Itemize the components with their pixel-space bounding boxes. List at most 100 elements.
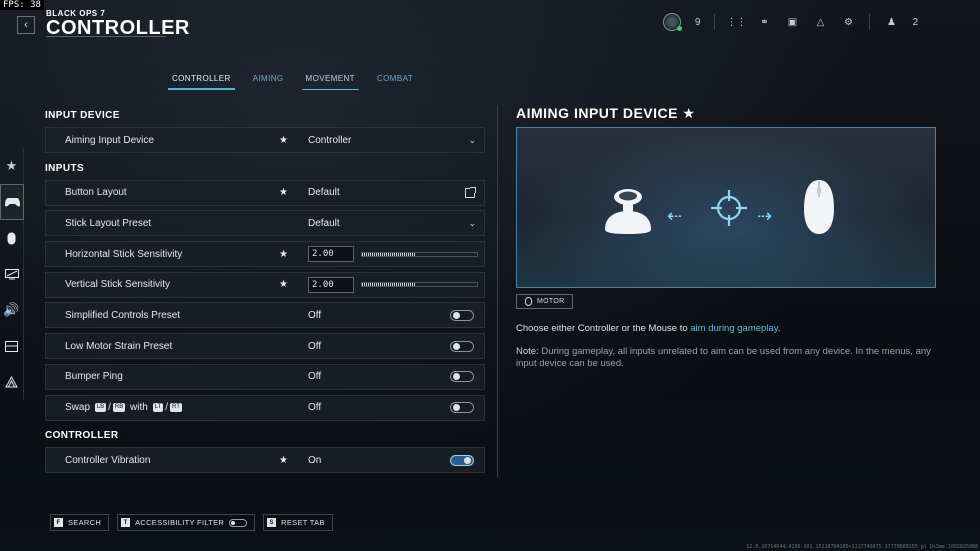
tab-bar: CONTROLLER AIMING MOVEMENT COMBAT <box>168 72 417 90</box>
setting-controller-vibration[interactable]: Controller Vibration ★ On <box>45 447 485 474</box>
toggle-switch[interactable] <box>450 309 474 321</box>
speaker-icon[interactable]: 🔊 <box>0 292 24 328</box>
toggle-switch[interactable] <box>450 454 474 466</box>
setting-value: On <box>308 454 322 466</box>
tab-movement[interactable]: MOVEMENT <box>301 72 359 90</box>
setting-value: Off <box>308 340 322 352</box>
chevron-down-icon[interactable]: ⌄ <box>468 135 476 146</box>
slash: / <box>108 402 111 413</box>
toggle-switch[interactable] <box>229 518 248 527</box>
search-label: SEARCH <box>68 518 102 527</box>
back-button[interactable]: ‹ <box>17 16 35 34</box>
grid-icon[interactable]: ⋮⋮ <box>726 15 746 29</box>
star-icon: ★ <box>279 279 288 291</box>
setting-horizontal-sensitivity[interactable]: Horizontal Stick Sensitivity ★ 2.00 <box>45 241 485 268</box>
avatar-icon[interactable] <box>662 13 682 31</box>
page-title: CONTROLLER <box>46 17 190 39</box>
footer-bar: F SEARCH T ACCESSIBILITY FILTER S RESET … <box>50 514 333 531</box>
setting-swap-bumpers-triggers[interactable]: Swap LB / RB with LT / RT Off <box>45 394 485 421</box>
setting-label: Stick Layout Preset <box>65 217 152 229</box>
divider <box>869 14 871 30</box>
star-icon[interactable]: ★ <box>0 148 24 184</box>
mouse-icon[interactable] <box>0 220 24 256</box>
sensitivity-slider[interactable] <box>361 251 478 257</box>
setting-value: Controller <box>308 134 352 146</box>
motor-tag: MOTOR <box>516 294 574 309</box>
build-string: 12.8.26714644.4190-101.15228704105+11177… <box>746 544 978 550</box>
note-label: Note: <box>516 346 539 357</box>
setting-label: Low Motor Strain Preset <box>65 340 173 352</box>
crosshair-icon <box>711 190 747 226</box>
player-level: 9 <box>694 16 701 28</box>
slider-fill <box>362 283 417 287</box>
key-hint: F <box>54 518 63 527</box>
setting-simplified-controls[interactable]: Simplified Controls Preset Off <box>45 302 485 329</box>
fps-counter: FPS: 38 <box>0 0 44 10</box>
external-link-icon[interactable] <box>465 186 476 198</box>
mouse-icon <box>804 180 834 234</box>
rb-button-icon: RB <box>112 402 126 412</box>
setting-value: Default <box>308 217 340 229</box>
key-hint: S <box>267 518 277 527</box>
slash: / <box>165 402 168 413</box>
setting-label: Controller Vibration <box>65 454 151 466</box>
setting-vertical-sensitivity[interactable]: Vertical Stick Sensitivity ★ 2.00 <box>45 271 485 298</box>
tab-aiming[interactable]: AIMING <box>249 72 288 90</box>
party-icon[interactable]: ♟ <box>884 15 898 29</box>
camera-icon[interactable]: ▣ <box>785 15 799 29</box>
network-icon[interactable] <box>0 364 24 400</box>
reset-tab-button[interactable]: S RESET TAB <box>263 514 333 531</box>
setting-label: Button Layout <box>65 187 127 199</box>
sensitivity-slider[interactable] <box>361 282 478 288</box>
setting-label: Horizontal Stick Sensitivity <box>65 248 183 260</box>
desc-suffix: . <box>777 323 781 334</box>
star-icon: ★ <box>279 134 288 146</box>
setting-value: Off <box>308 309 322 321</box>
lock-icon[interactable]: ⚭ <box>757 15 771 29</box>
divider <box>714 14 716 30</box>
toggle-switch[interactable] <box>450 371 474 383</box>
setting-bumper-ping[interactable]: Bumper Ping Off <box>45 363 485 390</box>
setting-button-layout[interactable]: Button Layout ★ Default <box>45 179 485 206</box>
toggle-switch[interactable] <box>450 402 474 413</box>
search-button[interactable]: F SEARCH <box>50 514 110 531</box>
desc-link[interactable]: aim during gameplay <box>690 323 777 334</box>
setting-low-motor-strain[interactable]: Low Motor Strain Preset Off <box>45 333 485 360</box>
swap-label: Swap <box>65 402 91 413</box>
setting-aiming-input-device[interactable]: Aiming Input Device ★ Controller ⌄ <box>45 127 485 153</box>
setting-value: Default <box>308 187 340 199</box>
tab-combat[interactable]: COMBAT <box>373 72 417 90</box>
accessibility-filter-button[interactable]: T ACCESSIBILITY FILTER <box>117 514 256 531</box>
arrow-left-icon: ⇠ <box>667 206 683 226</box>
preview-image: ⇠ ⇢ <box>516 127 936 288</box>
party-count: 2 <box>912 16 918 28</box>
star-icon: ★ <box>279 187 288 199</box>
with-label: with <box>130 402 148 413</box>
note-text: During gameplay, all inputs unrelated to… <box>516 346 931 369</box>
setting-value: Off <box>308 402 322 413</box>
rt-button-icon: RT <box>169 402 182 412</box>
setting-label: Aiming Input Device <box>65 134 154 146</box>
slider-fill <box>362 252 417 256</box>
interface-icon[interactable] <box>0 328 24 364</box>
sensitivity-input[interactable]: 2.00 <box>308 276 354 293</box>
setting-label: Bumper Ping <box>65 371 123 383</box>
display-icon[interactable] <box>0 256 24 292</box>
bell-icon[interactable]: △ <box>813 15 827 29</box>
star-icon: ★ <box>279 248 288 260</box>
title-underline <box>46 36 166 37</box>
sensitivity-input[interactable]: 2.00 <box>308 246 354 263</box>
setting-stick-layout-preset[interactable]: Stick Layout Preset Default ⌄ <box>45 210 485 237</box>
lb-button-icon: LB <box>94 402 107 412</box>
setting-label: Swap LB / RB with LT / RT <box>65 402 184 413</box>
section-title-inputs: INPUTS <box>45 162 85 174</box>
detail-description: Choose either Controller or the Mouse to… <box>516 323 936 334</box>
toggle-switch[interactable] <box>450 340 474 352</box>
controller-icon[interactable] <box>0 184 24 220</box>
setting-value: Off <box>308 371 322 383</box>
tab-controller[interactable]: CONTROLLER <box>168 72 235 90</box>
gear-icon[interactable]: ⚙ <box>841 15 855 29</box>
motor-tag-label: MOTOR <box>537 298 565 305</box>
chevron-down-icon[interactable]: ⌄ <box>468 218 476 229</box>
detail-panel: AIMING INPUT DEVICE ★ ⇠ ⇢ MOTOR Choose e… <box>516 105 936 370</box>
